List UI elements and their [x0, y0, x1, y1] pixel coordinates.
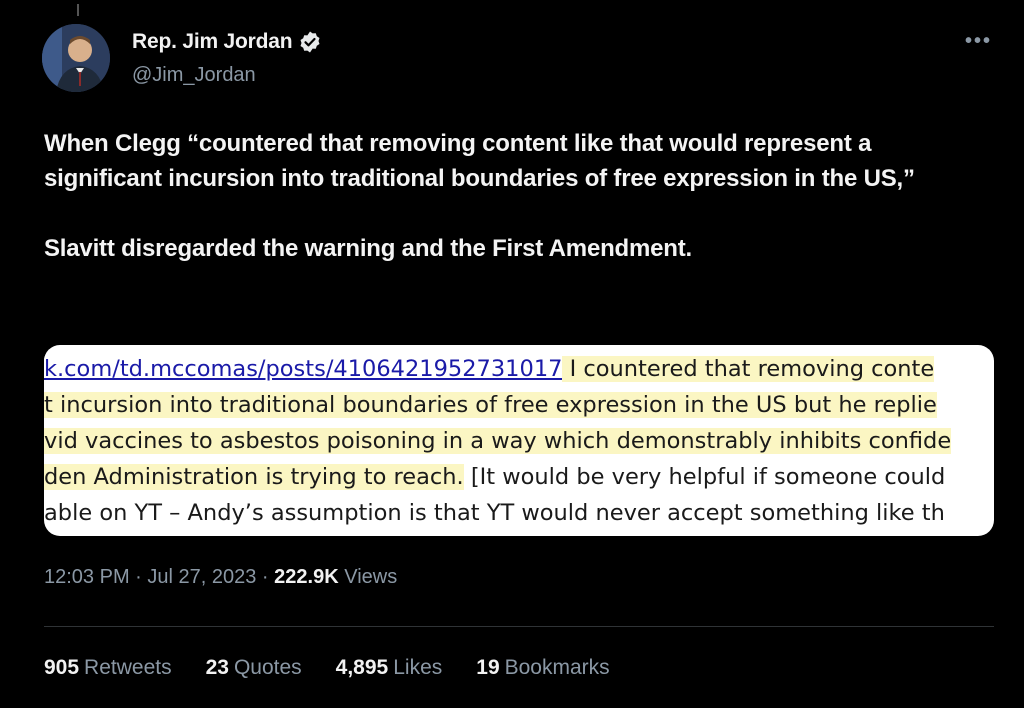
tweet-paragraph: Slavitt disregarded the warning and the … [44, 235, 693, 262]
document-line: vid vaccines to asbestos poisoning in a … [44, 428, 952, 454]
tweet-meta: 12:03 PM · Jul 27, 2023 · 222.9K Views [44, 566, 398, 588]
tweet-paragraph: When Clegg “countered that removing cont… [44, 130, 915, 192]
document-line: t incursion into traditional boundaries … [44, 392, 937, 418]
document-line: able on YT – Andy’s assumption is that Y… [44, 500, 945, 526]
engagement-stats: 905 Retweets 23 Quotes 4,895 Likes 19 Bookma… [44, 656, 610, 680]
author-name[interactable]: Rep. Jim Jordan [132, 30, 293, 54]
divider [44, 626, 994, 627]
tweet-media-image[interactable]: k.com/td.mccomas/posts/4106421952731017 … [44, 345, 994, 536]
tweet-text: When Clegg “countered that removing cont… [44, 126, 994, 266]
tweet-date[interactable]: Jul 27, 2023 [147, 566, 256, 588]
avatar[interactable] [42, 24, 110, 92]
document-link: k.com/td.mccomas/posts/4106421952731017 [44, 356, 563, 382]
tweet-time[interactable]: 12:03 PM [44, 566, 130, 588]
top-edge-mark [77, 4, 79, 16]
document-line: den Administration is trying to reach. [… [44, 464, 946, 490]
views-label: Views [338, 566, 398, 588]
likes-stat[interactable]: 4,895 Likes [336, 656, 443, 680]
quotes-stat[interactable]: 23 Quotes [206, 656, 302, 680]
document-line: k.com/td.mccomas/posts/4106421952731017 … [44, 356, 935, 382]
author-handle[interactable]: @Jim_Jordan [132, 64, 256, 87]
more-options-icon[interactable]: ••• [965, 30, 992, 53]
verified-badge-icon [300, 31, 320, 53]
retweets-stat[interactable]: 905 Retweets [44, 656, 172, 680]
avatar-photo-icon [42, 24, 110, 92]
views-count: 222.9K [274, 566, 339, 588]
bookmarks-stat[interactable]: 19 Bookmarks [476, 656, 609, 680]
